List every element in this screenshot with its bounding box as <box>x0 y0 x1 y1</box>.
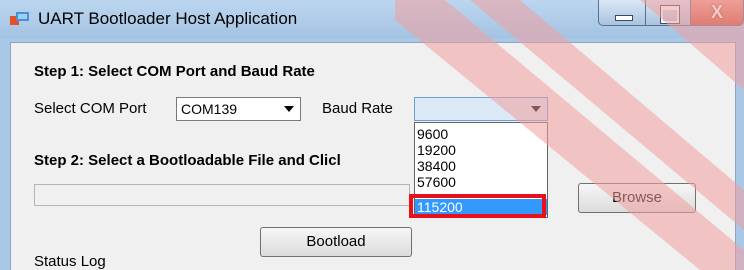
close-button[interactable]: X <box>690 0 744 26</box>
maximize-icon <box>660 5 680 24</box>
close-icon: X <box>710 2 723 22</box>
step2-heading: Step 2: Select a Bootloadable File and C… <box>34 152 341 169</box>
step1-heading: Step 1: Select COM Port and Baud Rate <box>34 63 315 80</box>
selection-highlight-box <box>409 194 546 218</box>
title-bar[interactable]: UART Bootloader Host Application X <box>0 0 744 38</box>
baud-rate-select[interactable] <box>414 97 548 121</box>
maximize-button[interactable] <box>645 0 691 26</box>
minimize-icon <box>615 15 633 21</box>
com-port-value: COM139 <box>181 101 238 117</box>
app-window: UART Bootloader Host Application X Step … <box>0 0 744 270</box>
com-port-select[interactable]: COM139 <box>176 97 301 121</box>
chevron-down-icon <box>531 106 541 112</box>
caption-buttons: X <box>598 0 744 28</box>
file-path-field[interactable] <box>34 184 410 206</box>
minimize-button[interactable] <box>598 0 646 26</box>
window-title: UART Bootloader Host Application <box>38 9 298 28</box>
status-log-label: Status Log <box>34 253 106 270</box>
baud-option[interactable]: 9600 <box>415 126 547 142</box>
app-icon <box>10 12 29 25</box>
browse-button[interactable]: Browse <box>578 183 696 213</box>
baud-rate-label: Baud Rate <box>322 100 393 117</box>
baud-option[interactable]: 38400 <box>415 158 547 174</box>
baud-option[interactable]: 19200 <box>415 142 547 158</box>
bootload-button[interactable]: Bootload <box>260 227 412 257</box>
com-port-label: Select COM Port <box>34 100 147 117</box>
chevron-down-icon <box>284 106 294 112</box>
baud-option[interactable]: 57600 <box>415 174 547 190</box>
